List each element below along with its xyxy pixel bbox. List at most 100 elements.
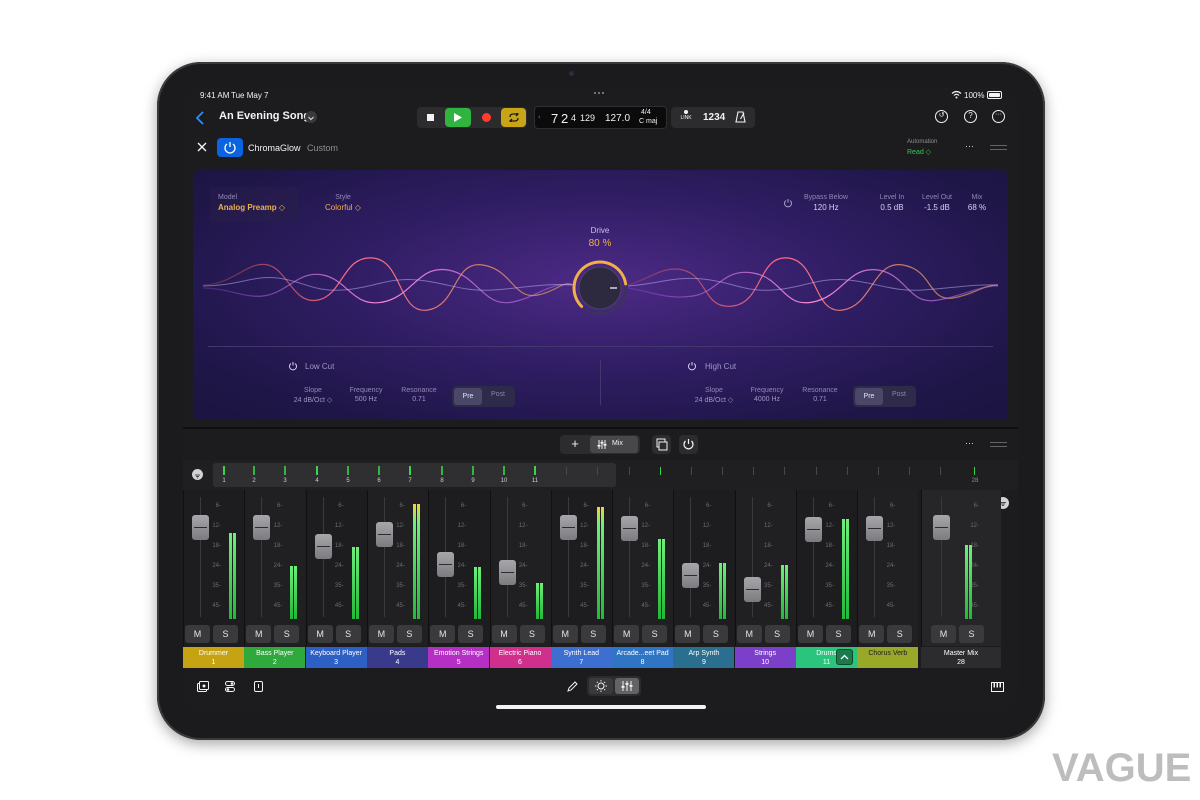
track-name-tab[interactable]: Chorus Verb — [857, 647, 919, 668]
bypass-below-value[interactable]: 120 Hz — [793, 203, 859, 212]
volume-fader[interactable] — [933, 515, 950, 540]
more-icon[interactable]: ··· — [992, 110, 1005, 123]
low-cut-post-option[interactable]: Post — [484, 391, 512, 398]
mute-button[interactable]: M — [185, 625, 210, 643]
song-menu-chevron-icon[interactable] — [305, 111, 317, 123]
mute-button[interactable]: M — [430, 625, 456, 643]
automation-mode[interactable]: Read ◇ — [907, 148, 931, 156]
track-name-tab[interactable]: Master Mix 28 — [921, 647, 1001, 668]
track-name-tab[interactable]: Arcade...eet Pad 8 — [612, 647, 674, 668]
mixer-resize-handle-icon[interactable] — [990, 442, 1007, 447]
close-icon[interactable] — [197, 142, 207, 152]
low-cut-pre-option[interactable]: Pre — [454, 388, 482, 405]
track-name-tab[interactable]: Strings 10 — [734, 647, 796, 668]
volume-fader[interactable] — [314, 534, 332, 559]
solo-button[interactable]: S — [703, 625, 729, 643]
solo-button[interactable]: S — [959, 625, 984, 643]
low-cut-frequency-value[interactable]: 500 Hz — [341, 396, 391, 403]
volume-fader[interactable] — [498, 560, 516, 585]
mixer-more-icon[interactable]: ··· — [965, 438, 974, 448]
style-value[interactable]: Colorful ◇ — [303, 203, 383, 212]
track-name-tab[interactable]: Pads 4 — [366, 647, 428, 668]
high-cut-post-option[interactable]: Post — [885, 391, 913, 398]
metronome-icon[interactable] — [735, 111, 746, 123]
plugin-view-button[interactable] — [589, 678, 613, 694]
volume-fader[interactable] — [743, 577, 761, 602]
cycle-button[interactable] — [501, 108, 526, 127]
volume-fader[interactable] — [682, 563, 700, 588]
play-button[interactable] — [445, 108, 471, 127]
back-chevron-icon[interactable] — [195, 111, 205, 125]
mute-button[interactable]: M — [368, 625, 394, 643]
mute-button[interactable]: M — [614, 625, 640, 643]
volume-fader[interactable] — [621, 516, 639, 541]
level-out-value[interactable]: -1.5 dB — [915, 203, 959, 212]
volume-fader[interactable] — [559, 515, 577, 540]
high-cut-resonance-value[interactable]: 0.71 — [794, 396, 846, 403]
high-cut-pre-post-toggle[interactable]: Pre Post — [853, 386, 916, 407]
mute-button[interactable]: M — [307, 625, 333, 643]
bypass-all-button[interactable] — [679, 435, 698, 454]
history-icon[interactable]: ↺ — [935, 110, 948, 123]
model-value[interactable]: Analog Preamp ◇ — [218, 203, 285, 212]
low-cut-resonance-value[interactable]: 0.71 — [393, 396, 445, 403]
mute-button[interactable]: M — [675, 625, 701, 643]
remote-icon[interactable] — [254, 681, 263, 692]
mix-value[interactable]: 68 % — [961, 203, 993, 212]
browser-icon[interactable] — [197, 681, 209, 692]
volume-fader[interactable] — [866, 516, 884, 541]
mute-button[interactable]: M — [552, 625, 578, 643]
volume-fader[interactable] — [437, 552, 455, 577]
track-name-tab[interactable]: Emotion Strings 5 — [428, 647, 490, 668]
mix-view-button[interactable]: Mix — [590, 436, 638, 453]
solo-button[interactable]: S — [580, 625, 606, 643]
song-title[interactable]: An Evening Song — [219, 110, 310, 122]
plugin-power-button[interactable] — [217, 138, 243, 157]
help-icon[interactable]: ? — [964, 110, 977, 123]
mute-button[interactable]: M — [859, 625, 885, 643]
lcd-display[interactable]: ◖ 7 2 4 129 127.0 4/4 C maj — [534, 106, 667, 129]
add-track-button[interactable]: + — [562, 436, 588, 453]
plugin-resize-handle-icon[interactable] — [990, 145, 1007, 150]
solo-button[interactable]: S — [396, 625, 422, 643]
solo-button[interactable]: S — [458, 625, 484, 643]
mute-button[interactable]: M — [798, 625, 823, 643]
solo-button[interactable]: S — [826, 625, 851, 643]
mute-button[interactable]: M — [491, 625, 517, 643]
multitask-dots-icon[interactable] — [594, 92, 606, 95]
high-cut-power-icon[interactable] — [687, 361, 697, 371]
low-cut-pre-post-toggle[interactable]: Pre Post — [452, 386, 515, 407]
track-name-tab[interactable]: Keyboard Player 3 — [305, 647, 367, 668]
solo-button[interactable]: S — [335, 625, 361, 643]
low-cut-power-icon[interactable] — [288, 361, 298, 371]
filter-icon[interactable] — [192, 469, 203, 480]
copy-button[interactable] — [652, 435, 671, 454]
low-cut-slope-value[interactable]: 24 dB/Oct ◇ — [288, 396, 338, 404]
stop-button[interactable] — [419, 108, 441, 127]
track-name-tab[interactable]: Drummer 1 — [183, 647, 244, 668]
plugin-more-icon[interactable]: ··· — [965, 141, 974, 151]
volume-fader[interactable] — [192, 515, 209, 540]
track-name-tab[interactable]: Bass Player 2 — [244, 647, 306, 668]
record-button[interactable] — [475, 108, 497, 127]
high-cut-pre-option[interactable]: Pre — [855, 388, 883, 405]
solo-button[interactable]: S — [274, 625, 300, 643]
toggles-icon[interactable] — [225, 681, 235, 692]
level-in-value[interactable]: 0.5 dB — [872, 203, 912, 212]
pencil-icon[interactable] — [567, 681, 578, 692]
track-name-tab[interactable]: Electric Piano 6 — [489, 647, 551, 668]
track-name-tab[interactable]: Synth Lead 7 — [550, 647, 612, 668]
high-cut-frequency-value[interactable]: 4000 Hz — [742, 396, 792, 403]
volume-fader[interactable] — [805, 517, 822, 542]
volume-fader[interactable] — [253, 515, 271, 540]
solo-button[interactable]: S — [642, 625, 668, 643]
mute-button[interactable]: M — [246, 625, 272, 643]
plugin-name[interactable]: ChromaGlow — [248, 143, 301, 153]
folder-expand-chevron-icon[interactable] — [836, 649, 853, 665]
plugin-preset[interactable]: Custom — [307, 143, 338, 153]
solo-button[interactable]: S — [213, 625, 238, 643]
mute-button[interactable]: M — [931, 625, 956, 643]
volume-fader[interactable] — [375, 522, 393, 547]
bypass-power-icon[interactable] — [783, 198, 793, 208]
track-name-tab[interactable]: Arp Synth 9 — [673, 647, 735, 668]
